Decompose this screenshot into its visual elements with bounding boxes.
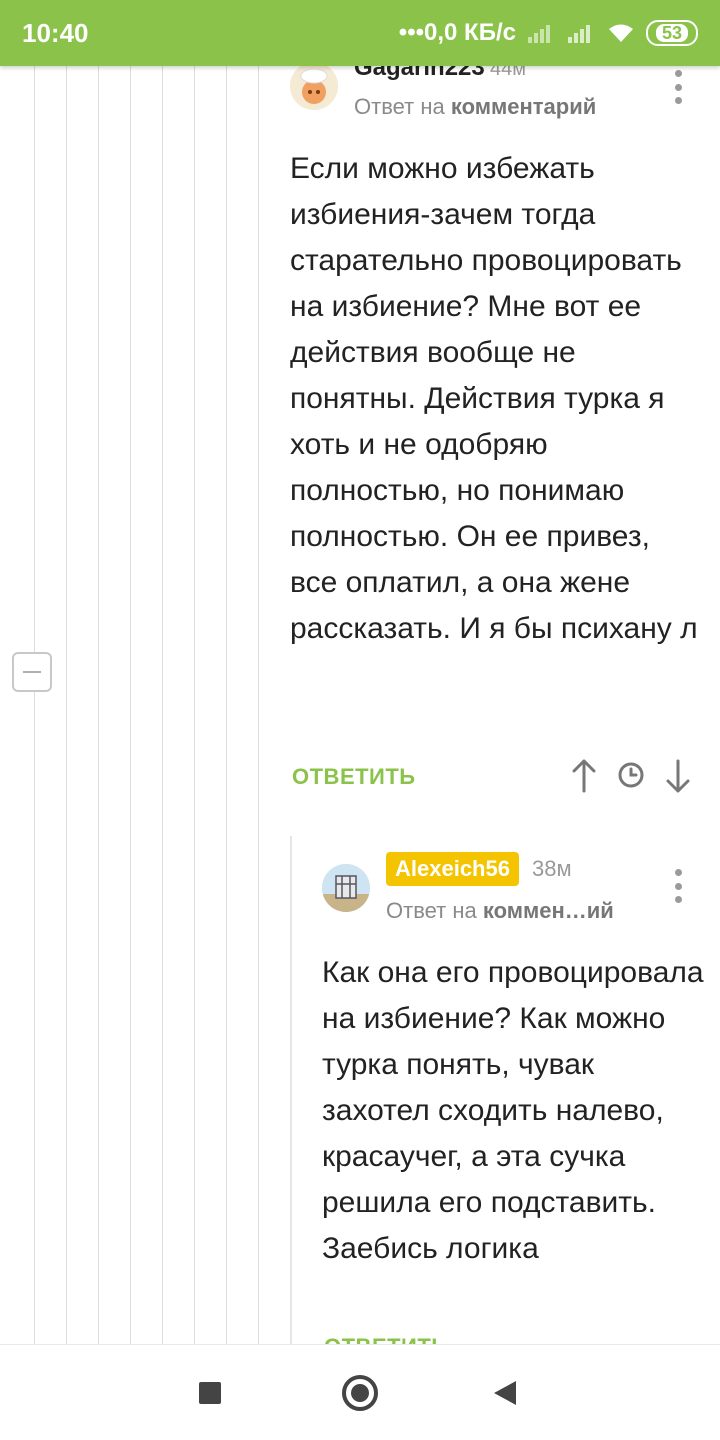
reply-reference[interactable]: Ответ на коммен…ий xyxy=(386,898,614,924)
back-icon[interactable] xyxy=(494,1381,516,1405)
reply-button[interactable]: ОТВЕТИТЬ xyxy=(292,764,416,790)
network-speed: •••0,0 КБ/с xyxy=(398,19,516,46)
arrow-up-icon[interactable] xyxy=(570,758,598,794)
recent-apps-icon[interactable] xyxy=(199,1382,221,1404)
battery-icon: 53 xyxy=(645,20,698,46)
thread-line xyxy=(194,66,195,1344)
thread-line xyxy=(162,66,163,1344)
status-icons: •••0,0 КБ/с 53 xyxy=(399,19,698,47)
more-vertical-icon[interactable] xyxy=(674,70,682,104)
clock-icon[interactable] xyxy=(617,761,645,789)
comment-time: 38м xyxy=(532,856,572,881)
signal-icon-2 xyxy=(567,25,590,43)
thread-line xyxy=(34,66,35,1344)
status-bar: 10:40 •••0,0 КБ/с 53 xyxy=(0,0,720,66)
avatar[interactable] xyxy=(290,62,338,110)
thread-line xyxy=(226,66,227,1344)
avatar[interactable] xyxy=(322,864,370,912)
more-vertical-icon[interactable] xyxy=(674,869,682,903)
comment-text: Если можно избежать избиения-зачем тогда… xyxy=(290,152,698,645)
thread-line xyxy=(258,66,259,1344)
comment-author-badge[interactable]: Alexeich56 xyxy=(386,852,519,886)
status-time: 10:40 xyxy=(22,17,89,48)
wifi-icon xyxy=(608,24,633,42)
comment-text: Как она его провоцировала на избиение? К… xyxy=(322,956,704,1265)
navigation-bar xyxy=(0,1344,720,1440)
collapse-minus-icon[interactable] xyxy=(12,652,52,692)
thread-line xyxy=(66,66,67,1344)
thread-line xyxy=(290,836,292,1344)
thread-line xyxy=(98,66,99,1344)
reply-reference[interactable]: Ответ на комментарий xyxy=(354,94,596,120)
avatar-image xyxy=(290,62,338,110)
signal-icon xyxy=(527,25,550,43)
avatar-image xyxy=(322,864,370,912)
thread-line xyxy=(130,66,131,1344)
arrow-down-icon[interactable] xyxy=(664,758,692,794)
home-icon[interactable] xyxy=(342,1375,378,1411)
